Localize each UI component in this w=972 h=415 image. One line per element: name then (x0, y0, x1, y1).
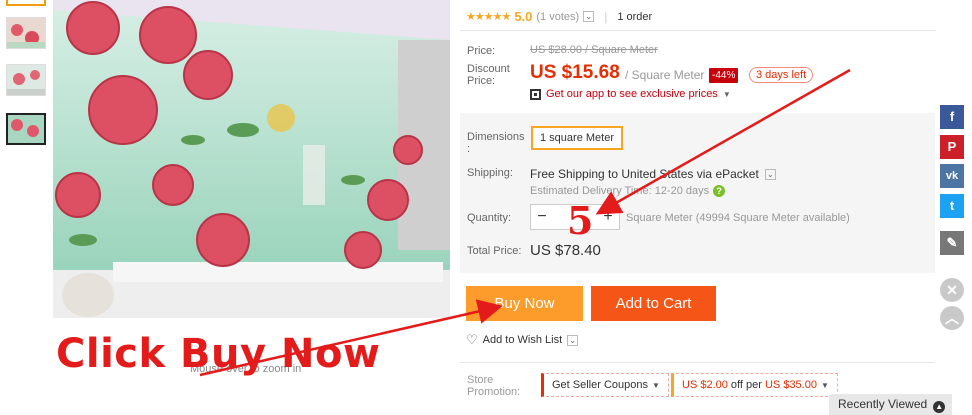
price-unit: / Square Meter (625, 68, 705, 82)
divider (460, 362, 935, 363)
app-promo-link[interactable]: Get our app to see exclusive prices ▼ (530, 88, 731, 100)
main-product-image[interactable] (53, 0, 450, 318)
total-label: Total Price: (467, 245, 522, 257)
seller-coupon-text: Get Seller Coupons (552, 379, 648, 391)
close-icon[interactable]: ✕ (940, 278, 964, 302)
quantity-label: Quantity: (467, 212, 512, 224)
thumbnail-4[interactable] (6, 113, 46, 145)
discount-badge: -44% (709, 68, 739, 83)
recently-viewed-label: Recently Viewed (838, 397, 928, 411)
discount-label-1: Discount (467, 63, 510, 75)
buy-now-button[interactable]: Buy Now (466, 286, 583, 321)
rating-score: 5.0 (514, 9, 533, 24)
seller-coupon-button[interactable]: Get Seller Coupons ▼ (541, 373, 669, 397)
store-discount-button[interactable]: US $2.00 off per US $35.00 ▼ (671, 373, 838, 397)
vk-share-icon[interactable]: vk (940, 164, 964, 188)
increment-button[interactable]: + (597, 205, 619, 229)
add-to-cart-button[interactable]: Add to Cart (591, 286, 716, 321)
discount-label-2: Price: (467, 75, 496, 87)
wish-list-text: Add to Wish List (482, 334, 563, 346)
edit-icon[interactable]: ✎ (940, 231, 964, 255)
availability-text: Square Meter (49994 Square Meter availab… (626, 212, 850, 224)
rating-stars-icon: ★★★★★ (466, 11, 511, 23)
dimensions-label-1: Dimensions (467, 131, 525, 143)
divider: | (604, 9, 608, 24)
shipping-text: Free Shipping to United States via ePack… (530, 167, 759, 181)
product-page: Mouse over to zoom in ★★★★★ 5.0 (1 votes… (0, 0, 972, 415)
caret-down-icon: ▼ (820, 381, 829, 390)
sale-price: US $15.68 (530, 62, 620, 83)
dimensions-label-2: : (467, 143, 471, 155)
twitter-share-icon[interactable]: t (940, 194, 964, 218)
thumbnail-3[interactable] (6, 64, 46, 96)
recently-viewed-tab[interactable]: Recently Viewed ▲ (829, 394, 952, 415)
app-promo-text: Get our app to see exclusive prices (546, 88, 718, 100)
facebook-share-icon[interactable]: f (940, 105, 964, 129)
order-count: 1 order (617, 10, 653, 23)
scroll-top-icon[interactable]: ︿ (940, 306, 964, 330)
caret-down-icon: ▼ (652, 381, 660, 390)
divider (460, 30, 935, 31)
delivery-estimate: Estimated Delivery Time: 12-20 days ? (530, 185, 726, 197)
chevron-up-icon: ▲ (933, 401, 946, 413)
days-left-badge: 3 days left (749, 67, 814, 83)
store-promo-label-1: Store (467, 374, 494, 386)
thumbnail-1[interactable] (6, 0, 46, 6)
discount-threshold: US $35.00 (764, 379, 817, 391)
chevron-down-icon[interactable]: ⌄ (567, 334, 579, 346)
shipping-selector[interactable]: Free Shipping to United States via ePack… (530, 167, 776, 181)
shipping-label: Shipping: (467, 167, 513, 179)
price-label: Price: (467, 45, 496, 57)
thumbnail-2[interactable] (6, 17, 46, 49)
original-price: US $28.00 / Square Meter (530, 44, 658, 56)
annotation-quantity: 5 (567, 198, 594, 243)
help-icon[interactable]: ? (713, 185, 726, 197)
qr-code-icon (530, 88, 541, 100)
store-promo-label-2: Promotion: (467, 386, 521, 398)
delivery-text: Estimated Delivery Time: 12-20 days (530, 185, 710, 197)
wish-list-link[interactable]: ♡ Add to Wish List ⌄ (466, 332, 579, 348)
discount-amount: US $2.00 (682, 379, 728, 391)
store-promo-label: Store Promotion: (467, 374, 520, 398)
annotation-click-text: Click Buy Now (56, 331, 381, 377)
decrement-button[interactable]: − (531, 205, 553, 229)
heart-icon: ♡ (466, 332, 478, 347)
pinterest-share-icon[interactable]: P (940, 135, 964, 159)
rating-votes[interactable]: (1 votes) (536, 11, 579, 23)
discount-mid-text: off per (727, 379, 765, 391)
rating-row: ★★★★★ 5.0 (1 votes) ⌄ | 1 order (466, 9, 652, 24)
chevron-down-icon[interactable]: ⌄ (583, 11, 595, 22)
total-price: US $78.40 (530, 242, 601, 259)
chevron-down-icon[interactable]: ⌄ (764, 168, 776, 180)
dimension-option[interactable]: 1 square Meter (531, 126, 623, 150)
caret-down-icon: ▼ (722, 89, 731, 99)
